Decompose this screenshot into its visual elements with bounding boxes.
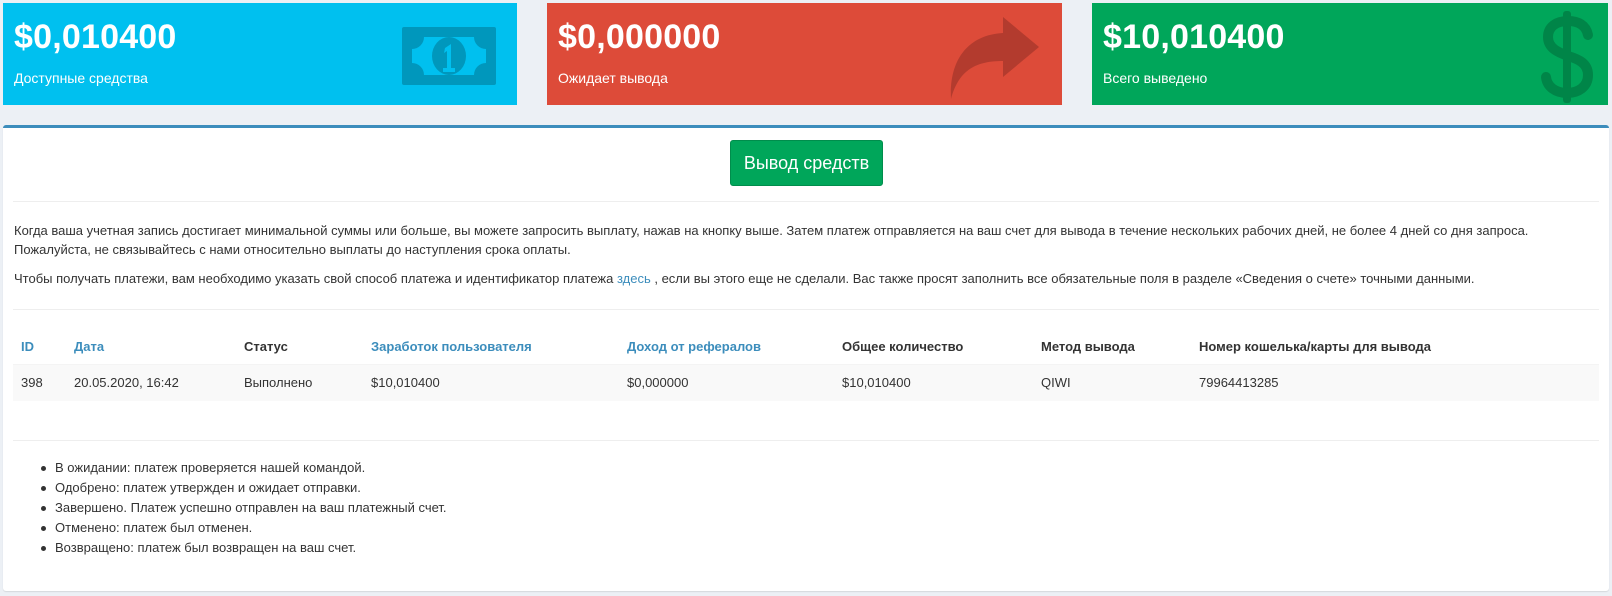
info-text-line2: Пожалуйста, не связывайтесь с нами относ…: [14, 242, 571, 257]
row-wallet-number: 79964413285: [1199, 375, 1279, 390]
row-referral-income: $0,000000: [627, 375, 689, 390]
dollar-icon: [1538, 9, 1598, 105]
info-text-after-link: , если вы этого еще не сделали. Вас такж…: [650, 271, 1475, 286]
table-header: ID Дата Статус Заработок пользователя До…: [13, 325, 1599, 365]
payment-settings-link[interactable]: здесь: [617, 271, 651, 286]
row-date: 20.05.2020, 16:42: [74, 375, 179, 390]
total-withdrawn-label: Всего выведено: [1103, 70, 1208, 86]
header-user-earnings[interactable]: Заработок пользователя: [371, 325, 532, 369]
header-withdraw-method: Метод вывода: [1041, 339, 1135, 354]
total-withdrawn-box: $10,010400 Всего выведено: [1092, 3, 1608, 105]
divider: [13, 201, 1599, 202]
info-text-line1: Когда ваша учетная запись достигает мини…: [14, 223, 1529, 238]
header-status: Статус: [244, 339, 288, 354]
header-date[interactable]: Дата: [74, 325, 104, 369]
info-text-before-link: Чтобы получать платежи, вам необходимо у…: [14, 271, 617, 286]
withdrawal-panel: Вывод средств Когда ваша учетная запись …: [3, 125, 1609, 591]
legend-item-cancelled: Отменено: платеж был отменен.: [41, 518, 447, 538]
legend-item-completed: Завершено. Платеж успешно отправлен на в…: [41, 498, 447, 518]
status-legend: В ожидании: платеж проверяется нашей ком…: [41, 458, 447, 558]
legend-item-pending: В ожидании: платеж проверяется нашей ком…: [41, 458, 447, 478]
withdraw-funds-button[interactable]: Вывод средств: [730, 140, 883, 186]
header-id[interactable]: ID: [21, 325, 34, 369]
row-total-amount: $10,010400: [842, 375, 911, 390]
share-arrow-icon: [943, 11, 1043, 105]
available-funds-label: Доступные средства: [14, 70, 148, 86]
row-user-earnings: $10,010400: [371, 375, 440, 390]
divider: [13, 309, 1599, 310]
money-bill-icon: [400, 23, 498, 94]
table-row: 398 20.05.2020, 16:42 Выполнено $10,0104…: [13, 365, 1599, 401]
legend-item-approved: Одобрено: платеж утвержден и ожидает отп…: [41, 478, 447, 498]
total-withdrawn-amount: $10,010400: [1103, 18, 1285, 56]
row-status: Выполнено: [244, 375, 313, 390]
row-withdraw-method: QIWI: [1041, 375, 1071, 390]
stats-boxes: $0,010400 Доступные средства $0,000000 О…: [0, 0, 1612, 110]
divider: [13, 440, 1599, 441]
header-total-amount: Общее количество: [842, 339, 964, 354]
pending-withdrawal-label: Ожидает вывода: [558, 70, 668, 86]
pending-withdrawal-amount: $0,000000: [558, 18, 721, 56]
available-funds-amount: $0,010400: [14, 18, 177, 56]
row-id: 398: [21, 375, 43, 390]
header-wallet-number: Номер кошелька/карты для вывода: [1199, 339, 1431, 354]
legend-item-returned: Возвращено: платеж был возвращен на ваш …: [41, 538, 447, 558]
header-referral-income[interactable]: Доход от рефералов: [627, 325, 761, 369]
info-text-payment: Чтобы получать платежи, вам необходимо у…: [14, 269, 1604, 289]
pending-withdrawal-box: $0,000000 Ожидает вывода: [547, 3, 1062, 105]
withdrawals-table: ID Дата Статус Заработок пользователя До…: [13, 325, 1599, 401]
available-funds-box: $0,010400 Доступные средства: [3, 3, 517, 105]
